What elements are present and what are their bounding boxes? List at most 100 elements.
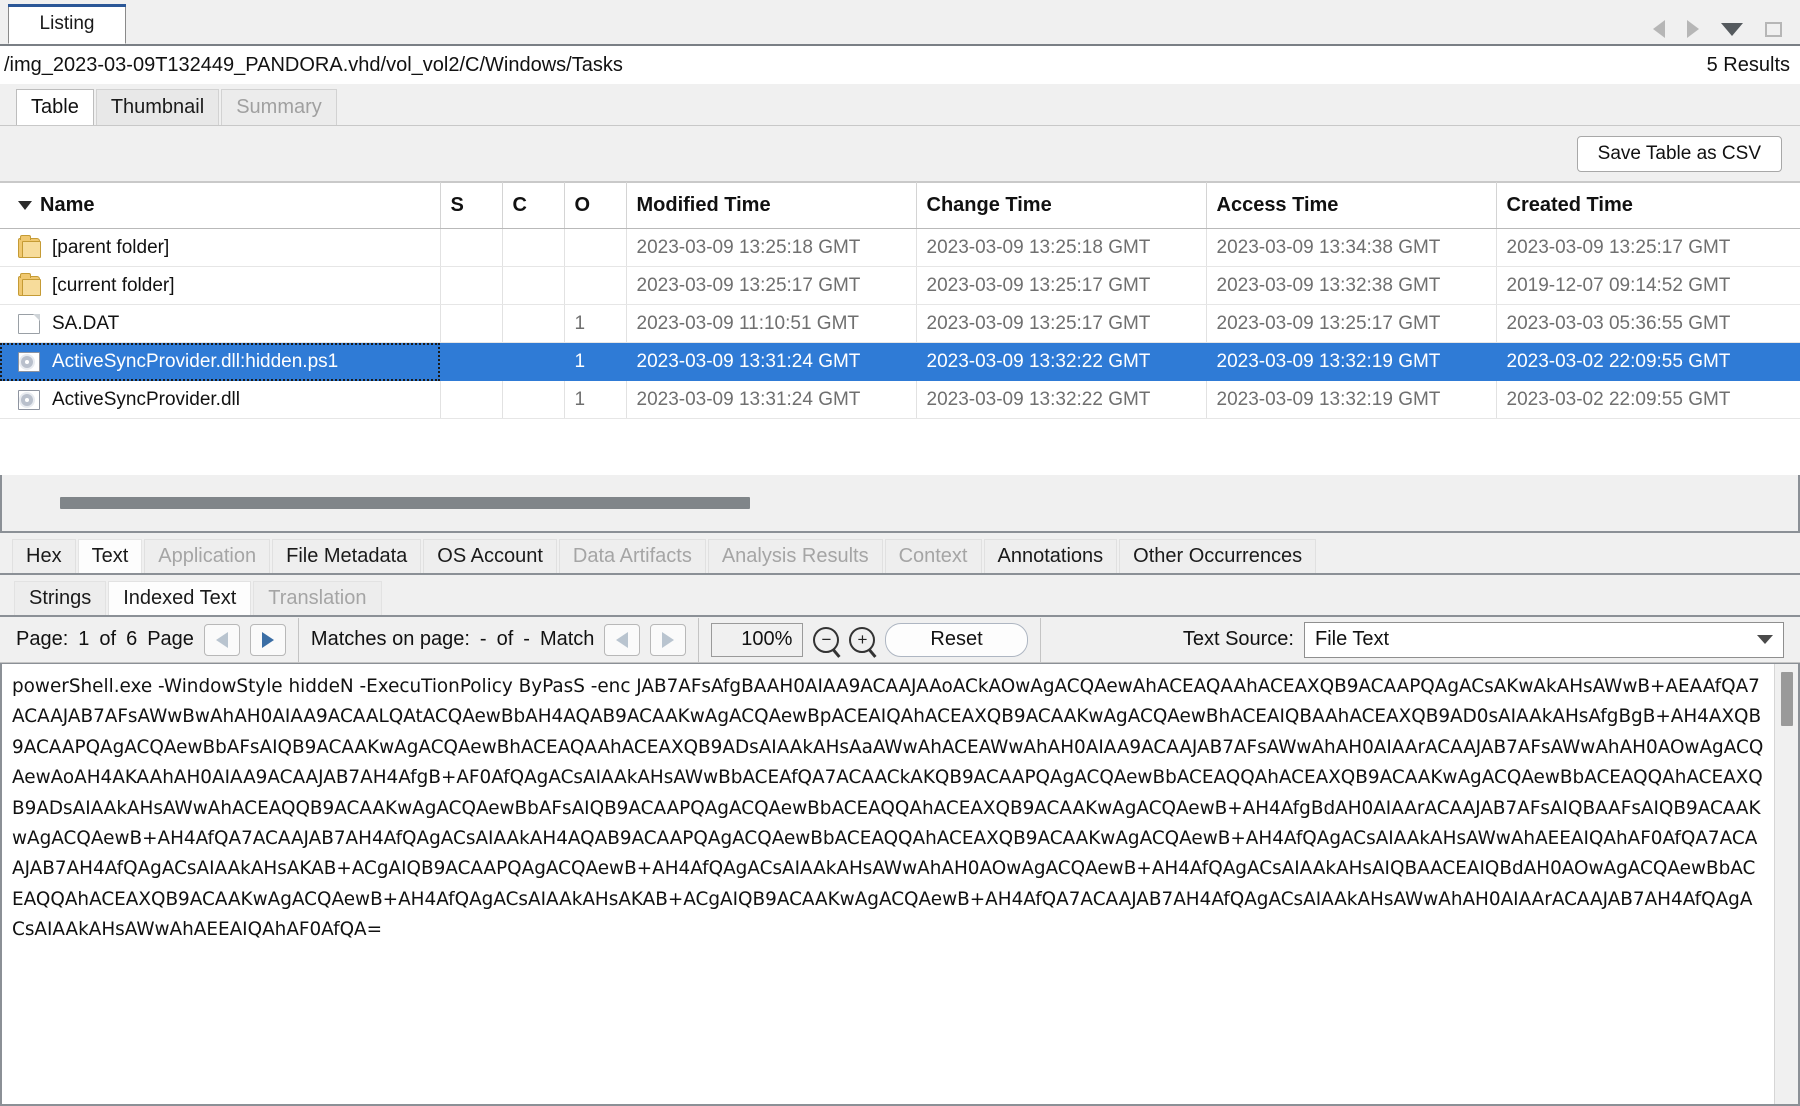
cell-created-time: 2023-03-02 22:09:55 GMT [1496, 342, 1800, 381]
tab-annotations-label: Annotations [997, 545, 1104, 567]
next-page-button[interactable] [249, 623, 286, 656]
zoom-out-icon[interactable]: − [813, 626, 840, 653]
folder-icon [18, 234, 41, 258]
autopsy-window: Listing /img_2023-03-09T132449_PANDORA.v… [0, 0, 1800, 1106]
zoom-level-label: 100% [741, 628, 793, 650]
zoom-group: 100% − + Reset [699, 617, 1041, 662]
file-table: Name S C O Modified Time Change Time Acc… [0, 182, 1800, 419]
sub-tab-indexed-text[interactable]: Indexed Text [108, 581, 252, 615]
sub-tab-indexed-text-label: Indexed Text [123, 587, 237, 609]
cell-change-time: 2023-03-09 13:25:17 GMT [916, 266, 1207, 305]
cell-name[interactable]: ActiveSyncProvider.dll [0, 380, 441, 419]
cell-name[interactable]: [parent folder] [0, 228, 441, 267]
tab-application: Application [144, 539, 271, 573]
cell-modified-time: 2023-03-09 11:10:51 GMT [626, 304, 917, 343]
file-table-wrapper: Name S C O Modified Time Change Time Acc… [0, 182, 1800, 475]
scroll-tabs-left-icon[interactable] [1653, 20, 1665, 38]
cell-created-time: 2019-12-07 09:14:52 GMT [1496, 266, 1800, 305]
table-row[interactable]: [parent folder] 2023-03-09 13:25:18 GMT … [0, 228, 1800, 267]
cell-access-time: 2023-03-09 13:32:38 GMT [1206, 266, 1497, 305]
indexed-text-content[interactable]: powerShell.exe -WindowStyle hiddeN -Exec… [2, 664, 1774, 1104]
matches-label: Matches on page: [310, 628, 470, 650]
cell-access-time: 2023-03-09 13:25:17 GMT [1206, 304, 1497, 343]
column-header-s-label: S [450, 194, 464, 216]
horizontal-scroll-thumb[interactable] [60, 497, 750, 509]
tab-analysis-results-label: Analysis Results [721, 545, 869, 567]
table-row[interactable]: SA.DAT 1 2023-03-09 11:10:51 GMT 2023-03… [0, 304, 1800, 343]
listing-tab[interactable]: Listing [8, 4, 126, 44]
table-toolbar: Save Table as CSV [0, 126, 1800, 182]
file-name-label: ActiveSyncProvider.dll:hidden.ps1 [52, 350, 339, 372]
cell-change-time: 2023-03-09 13:32:22 GMT [916, 380, 1207, 419]
tab-data-artifacts: Data Artifacts [558, 539, 706, 573]
cell-created-time: 2023-03-09 13:25:17 GMT [1496, 228, 1800, 267]
column-header-access-time[interactable]: Access Time [1206, 182, 1497, 229]
tab-application-label: Application [158, 545, 257, 567]
text-vertical-scrollbar[interactable] [1774, 664, 1798, 1104]
table-row[interactable]: [current folder] 2023-03-09 13:25:17 GMT… [0, 266, 1800, 305]
listing-body: /img_2023-03-09T132449_PANDORA.vhd/vol_v… [0, 44, 1800, 533]
file-name-label: ActiveSyncProvider.dll [52, 388, 240, 410]
tab-other-occurrences[interactable]: Other Occurrences [1119, 539, 1317, 573]
text-source-dropdown[interactable]: File Text [1304, 621, 1784, 658]
page-navigation-group: Page: 1 of 6 Page [4, 617, 299, 662]
matches-total: - [523, 628, 530, 650]
table-row-selected[interactable]: ActiveSyncProvider.dll:hidden.ps1 1 2023… [0, 342, 1800, 381]
minimize-window-icon[interactable] [1765, 21, 1782, 37]
match-navigation-group: Matches on page: - of - Match [299, 617, 700, 662]
tab-text-label: Text [91, 545, 129, 567]
column-header-change-time[interactable]: Change Time [916, 182, 1207, 229]
next-match-button[interactable] [650, 623, 687, 656]
reset-zoom-button[interactable]: Reset [885, 622, 1028, 657]
tab-os-account[interactable]: OS Account [423, 539, 557, 573]
page-label: Page: [16, 628, 69, 650]
tab-thumbnail[interactable]: Thumbnail [95, 89, 220, 125]
cell-change-time: 2023-03-09 13:25:18 GMT [916, 228, 1207, 267]
tab-annotations[interactable]: Annotations [983, 539, 1118, 573]
content-viewer: Hex Text Application File Metadata OS Ac… [0, 533, 1800, 1106]
tab-other-occurrences-label: Other Occurrences [1133, 545, 1303, 567]
tab-table[interactable]: Table [16, 89, 94, 125]
cell-name[interactable]: ActiveSyncProvider.dll:hidden.ps1 [0, 342, 441, 381]
arrow-left-icon [215, 631, 228, 648]
column-header-name[interactable]: Name [0, 182, 441, 229]
breadcrumb-path: /img_2023-03-09T132449_PANDORA.vhd/vol_v… [4, 53, 623, 76]
tab-hex-label: Hex [26, 545, 62, 567]
arrow-left-icon [616, 631, 629, 648]
column-header-modified-time[interactable]: Modified Time [626, 182, 917, 229]
previous-page-button[interactable] [203, 623, 240, 656]
tab-file-metadata[interactable]: File Metadata [272, 539, 422, 573]
text-source-value: File Text [1315, 628, 1390, 650]
cell-o: 1 [564, 304, 627, 343]
cell-name[interactable]: [current folder] [0, 266, 441, 305]
column-header-c[interactable]: C [502, 182, 565, 229]
cell-s [440, 228, 503, 267]
tab-file-metadata-label: File Metadata [286, 545, 408, 567]
column-header-created-time[interactable]: Created Time [1496, 182, 1800, 229]
cell-name[interactable]: SA.DAT [0, 304, 441, 343]
column-header-o[interactable]: O [564, 182, 627, 229]
chevron-down-icon[interactable] [1721, 22, 1743, 36]
save-table-as-csv-label: Save Table as CSV [1597, 142, 1761, 164]
cell-modified-time: 2023-03-09 13:31:24 GMT [626, 342, 917, 381]
cell-c [502, 304, 565, 343]
save-table-as-csv-button[interactable]: Save Table as CSV [1576, 135, 1782, 172]
content-viewer-tab-bar: Hex Text Application File Metadata OS Ac… [0, 533, 1800, 573]
sub-tab-strings[interactable]: Strings [14, 581, 107, 615]
table-horizontal-scrollbar[interactable] [0, 475, 1800, 533]
previous-match-button[interactable] [604, 623, 641, 656]
cell-change-time: 2023-03-09 13:32:22 GMT [916, 342, 1207, 381]
zoom-in-icon[interactable]: + [849, 626, 876, 653]
tab-text[interactable]: Text [77, 539, 143, 573]
table-row[interactable]: ActiveSyncProvider.dll 1 2023-03-09 13:3… [0, 380, 1800, 419]
column-header-access-time-label: Access Time [1216, 194, 1339, 216]
dll-file-icon [18, 389, 40, 410]
sub-tab-translation: Translation [253, 581, 382, 615]
matches-of: of [496, 628, 514, 650]
tab-os-account-label: OS Account [437, 545, 543, 567]
scroll-tabs-right-icon[interactable] [1687, 20, 1699, 38]
column-header-s[interactable]: S [440, 182, 503, 229]
vertical-scroll-thumb[interactable] [1781, 672, 1793, 726]
listing-tab-label: Listing [39, 13, 95, 34]
tab-hex[interactable]: Hex [12, 539, 76, 573]
